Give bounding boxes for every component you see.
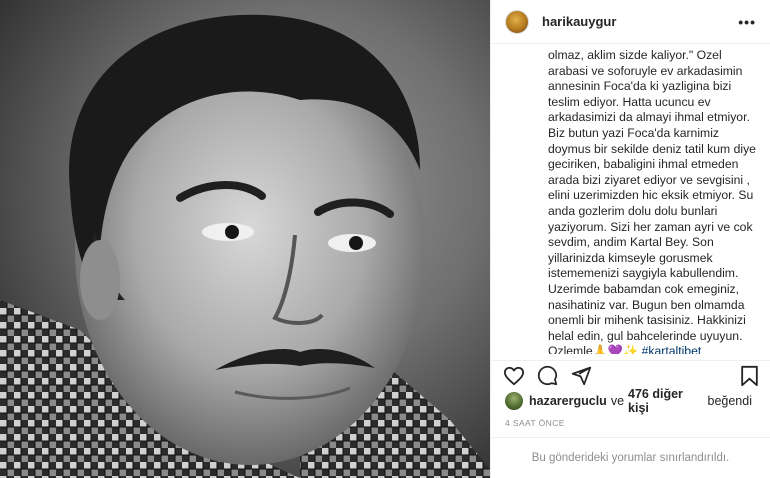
caption-last-line: Ozlemle🙏💜✨ #kartaltibet xyxy=(548,344,756,354)
post-photo[interactable] xyxy=(0,0,490,478)
portrait-image xyxy=(0,14,490,478)
caption-line: anda gozlerim dolu dolu bunlari xyxy=(548,203,718,218)
caption-line: yillarinizda kimseyle gorusmek xyxy=(548,250,713,265)
likes-count[interactable]: 476 diğer kişi xyxy=(628,387,703,415)
caption-line: geciriken, babaligini ihmal etmeden xyxy=(548,157,739,172)
caption-emojis: 🙏💜✨ xyxy=(592,344,639,354)
comment-button[interactable] xyxy=(537,363,571,389)
likes-suffix: beğendi xyxy=(707,394,753,408)
comment-icon xyxy=(537,365,558,386)
share-icon xyxy=(571,366,592,386)
save-button[interactable] xyxy=(733,363,759,389)
caption-line: elini uzerimizden hic eksik etmiyor. Su xyxy=(548,188,754,203)
caption-line: arabasi ve soforuyle ev arkadasimin xyxy=(548,63,743,78)
post-caption: olmaz, aklim sizde kaliyor." Ozel arabas… xyxy=(491,44,770,354)
username[interactable]: harikauygur xyxy=(542,14,734,29)
caption-line: sevdim, andim Kartal Bey. Son xyxy=(548,235,714,250)
likes-connector: ve xyxy=(610,394,625,408)
post-timestamp[interactable]: 4 saat önce xyxy=(505,418,565,428)
more-horizontal-icon[interactable]: ••• xyxy=(734,14,756,30)
post-sidebar: harikauygur ••• olmaz, aklim sizde kaliy… xyxy=(490,0,770,478)
comments-limited-notice: Bu gönderideki yorumlar sınırlandırıldı. xyxy=(491,437,770,478)
likes-summary: hazarerguclu ve 476 diğer kişi beğendi xyxy=(505,387,756,415)
caption-line: nasihatiniz var. Bugun ben olmamda xyxy=(548,297,745,312)
post-dialog: harikauygur ••• olmaz, aklim sizde kaliy… xyxy=(0,0,770,478)
heart-icon xyxy=(503,366,524,385)
caption-line: arada bizi ziyaret ediyor ve sevgisini , xyxy=(548,172,750,187)
caption-line: olmaz, aklim sizde kaliyor." Ozel xyxy=(548,48,722,62)
like-button[interactable] xyxy=(503,363,537,389)
caption-line: yaziyorum. Sizi her zaman ayri ve cok xyxy=(548,219,753,234)
caption-line: Biz butun yazi Foca'da karnimiz xyxy=(548,125,719,140)
caption-line: helal edin, gul bahcelerinde uyuyun. xyxy=(548,328,743,343)
caption-line: teslim ediyor. Hatta ucuncu ev xyxy=(548,94,711,109)
post-header: harikauygur ••• xyxy=(491,0,770,44)
share-button[interactable] xyxy=(571,363,605,389)
caption-line: istememenizi saygiyla kabullendim. xyxy=(548,266,739,281)
caption-line: Uzerimde babamdan cok emeginiz, xyxy=(548,281,740,296)
bookmark-icon xyxy=(741,365,758,386)
action-bar xyxy=(491,360,770,390)
hashtag-link[interactable]: #kartaltibet xyxy=(642,344,702,354)
caption-line: doymus bir sekilde deniz tatil kum diye xyxy=(548,141,756,156)
avatar[interactable] xyxy=(505,9,529,34)
liker-avatar[interactable] xyxy=(505,392,523,410)
caption-line: arkadasimizi da almayi ihmal etmiyor. xyxy=(548,110,750,125)
caption-line: onemli bir mihenk tasisiniz. Hakkinizi xyxy=(548,313,746,328)
caption-line: annesinin Foca'da ki yazligina bizi xyxy=(548,79,732,94)
liker-username[interactable]: hazarerguclu xyxy=(529,394,607,408)
caption-closing: Ozlemle xyxy=(548,344,593,354)
